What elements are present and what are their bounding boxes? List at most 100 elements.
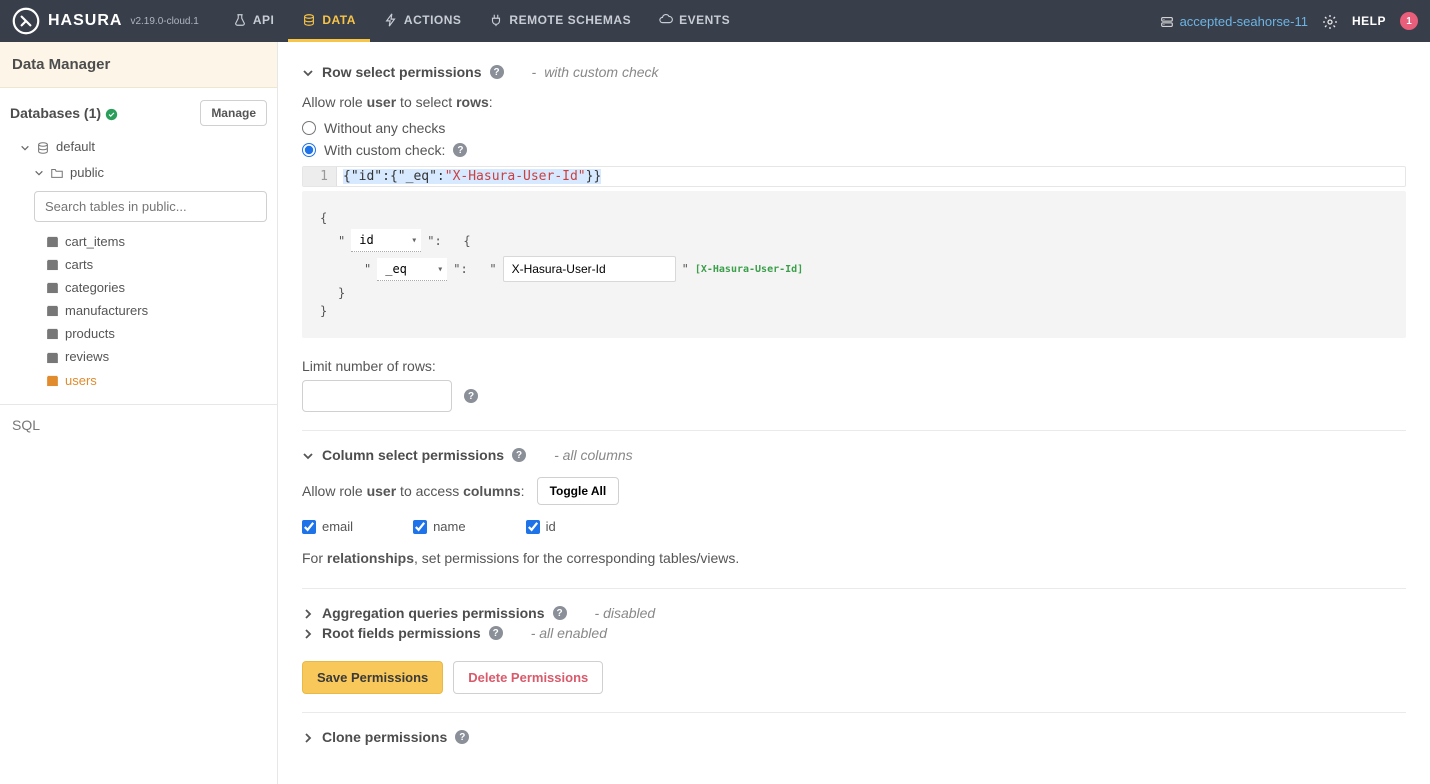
tab-label: API bbox=[253, 13, 275, 27]
manage-button[interactable]: Manage bbox=[200, 100, 267, 126]
tab-events[interactable]: EVENTS bbox=[645, 0, 744, 42]
column-check-name[interactable]: name bbox=[413, 519, 466, 534]
gear-icon[interactable] bbox=[1322, 12, 1338, 29]
table-item-carts[interactable]: carts bbox=[46, 253, 267, 276]
aggregation-permissions-header[interactable]: Aggregation queries permissions ? - disa… bbox=[302, 605, 1406, 621]
help-icon[interactable]: ? bbox=[455, 730, 469, 744]
with-custom-check-radio[interactable]: With custom check: ? bbox=[302, 142, 1406, 158]
radio-custom[interactable] bbox=[302, 143, 316, 157]
tab-data[interactable]: DATA bbox=[288, 0, 370, 42]
clone-permissions-section: Clone permissions ? bbox=[302, 719, 1406, 763]
op-select[interactable]: _eq bbox=[377, 258, 447, 281]
help-icon[interactable]: ? bbox=[553, 606, 567, 620]
table-item-categories[interactable]: categories bbox=[46, 276, 267, 299]
tab-remote-schemas[interactable]: REMOTE SCHEMAS bbox=[475, 0, 645, 42]
brace-close: } bbox=[320, 304, 1388, 318]
root-fields-permissions-header[interactable]: Root fields permissions ? - all enabled bbox=[302, 625, 1406, 641]
value-hint: [X-Hasura-User-Id] bbox=[695, 264, 803, 275]
column-checkboxes: email name id bbox=[302, 519, 1406, 534]
notification-count: 1 bbox=[1400, 12, 1418, 30]
cloud-icon bbox=[659, 12, 673, 27]
help-icon[interactable]: ? bbox=[453, 143, 467, 157]
save-permissions-button[interactable]: Save Permissions bbox=[302, 661, 443, 694]
checkbox[interactable] bbox=[526, 520, 540, 534]
tab-api[interactable]: API bbox=[219, 0, 289, 42]
table-item-products[interactable]: products bbox=[46, 322, 267, 345]
field-select-wrap[interactable]: id ▾ bbox=[351, 229, 421, 252]
section-meta-prefix: - bbox=[532, 64, 537, 80]
table-icon bbox=[46, 349, 59, 364]
table-icon bbox=[46, 257, 59, 272]
section-title: Clone permissions bbox=[322, 729, 447, 745]
table-name: cart_items bbox=[65, 234, 125, 249]
checkbox[interactable] bbox=[302, 520, 316, 534]
field-select[interactable]: id bbox=[351, 229, 421, 252]
op-select-wrap[interactable]: _eq ▾ bbox=[377, 258, 447, 281]
brand-name: HASURA bbox=[48, 12, 122, 30]
tab-label: REMOTE SCHEMAS bbox=[509, 13, 631, 27]
table-list: cart_itemscarts categoriesmanufacturerspr… bbox=[10, 230, 267, 391]
section-title: Aggregation queries permissions bbox=[322, 605, 545, 621]
db-node[interactable]: default bbox=[10, 134, 267, 160]
chevron-right-icon bbox=[302, 605, 314, 621]
agg-root-section: Aggregation queries permissions ? - disa… bbox=[302, 595, 1406, 713]
lightning-icon bbox=[384, 12, 398, 27]
delete-permissions-button[interactable]: Delete Permissions bbox=[453, 661, 603, 694]
limit-label: Limit number of rows: bbox=[302, 358, 1406, 374]
check-builder: { " id ▾ ": { " _eq ▾ ": " bbox=[302, 191, 1406, 338]
table-item-users[interactable]: users bbox=[46, 369, 267, 392]
help-icon[interactable]: ? bbox=[489, 626, 503, 640]
help-icon[interactable]: ? bbox=[490, 65, 504, 79]
plug-icon bbox=[489, 12, 503, 27]
sql-link[interactable]: SQL bbox=[0, 404, 277, 445]
chevron-down-icon bbox=[34, 165, 44, 180]
db-tree: default public cart_itemscarts categories… bbox=[0, 134, 277, 392]
builder-op-row: " _eq ▾ ": " " [X-Hasura-User-Id] bbox=[320, 256, 1388, 282]
builder-field-row: " id ▾ ": { bbox=[320, 229, 1388, 252]
chevron-down-icon bbox=[302, 447, 314, 463]
column-check-id[interactable]: id bbox=[526, 519, 556, 534]
project-name: accepted-seahorse-11 bbox=[1180, 14, 1308, 29]
column-check-email[interactable]: email bbox=[302, 519, 353, 534]
brand: HASURA v2.19.0-cloud.1 bbox=[12, 7, 199, 35]
top-navbar: HASURA v2.19.0-cloud.1 API DATA ACTIONS … bbox=[0, 0, 1430, 42]
search-tables-input[interactable] bbox=[34, 191, 267, 222]
table-item-cart_items[interactable]: cart_items bbox=[46, 230, 267, 253]
database-icon bbox=[36, 139, 50, 155]
notification-bell[interactable]: 1 bbox=[1400, 12, 1418, 30]
section-header[interactable]: Clone permissions ? bbox=[302, 729, 1406, 745]
relationships-note: For relationships, set permissions for t… bbox=[302, 550, 1406, 566]
value-input[interactable] bbox=[503, 256, 676, 282]
help-icon[interactable]: ? bbox=[512, 448, 526, 462]
section-meta: - all enabled bbox=[531, 625, 607, 641]
table-item-manufacturers[interactable]: manufacturers bbox=[46, 299, 267, 322]
code-editor[interactable]: 1 {"id":{"_eq":"X-Hasura-User-Id"}} bbox=[302, 166, 1406, 187]
tab-actions[interactable]: ACTIONS bbox=[370, 0, 476, 42]
chevron-right-icon bbox=[302, 625, 314, 641]
schema-node[interactable]: public bbox=[10, 160, 267, 186]
flask-icon bbox=[233, 12, 247, 27]
checkbox[interactable] bbox=[413, 520, 427, 534]
table-icon bbox=[46, 234, 59, 249]
section-header[interactable]: Column select permissions ? - all column… bbox=[302, 447, 1406, 463]
without-checks-radio[interactable]: Without any checks bbox=[302, 120, 1406, 136]
column-label: email bbox=[322, 519, 353, 534]
database-icon bbox=[302, 12, 316, 27]
table-icon bbox=[46, 326, 59, 341]
sidebar: Data Manager Databases (1) Manage defaul… bbox=[0, 42, 278, 784]
radio-label: With custom check: bbox=[324, 142, 445, 158]
toggle-all-button[interactable]: Toggle All bbox=[537, 477, 620, 505]
help-link[interactable]: HELP bbox=[1352, 14, 1386, 28]
help-icon[interactable]: ? bbox=[464, 389, 478, 403]
allow-role-text: Allow role user to select rows: bbox=[302, 94, 1406, 110]
nav-tabs: API DATA ACTIONS REMOTE SCHEMAS EVENTS bbox=[219, 0, 744, 42]
radio-without[interactable] bbox=[302, 121, 316, 135]
column-label: id bbox=[546, 519, 556, 534]
project-link[interactable]: accepted-seahorse-11 bbox=[1160, 13, 1308, 29]
tab-label: DATA bbox=[322, 13, 356, 27]
limit-rows-input[interactable] bbox=[302, 380, 452, 412]
table-name: carts bbox=[65, 257, 93, 272]
column-select-permissions-section: Column select permissions ? - all column… bbox=[302, 437, 1406, 589]
table-item-reviews[interactable]: reviews bbox=[46, 345, 267, 368]
section-header[interactable]: Row select permissions ? - with custom c… bbox=[302, 64, 1406, 80]
